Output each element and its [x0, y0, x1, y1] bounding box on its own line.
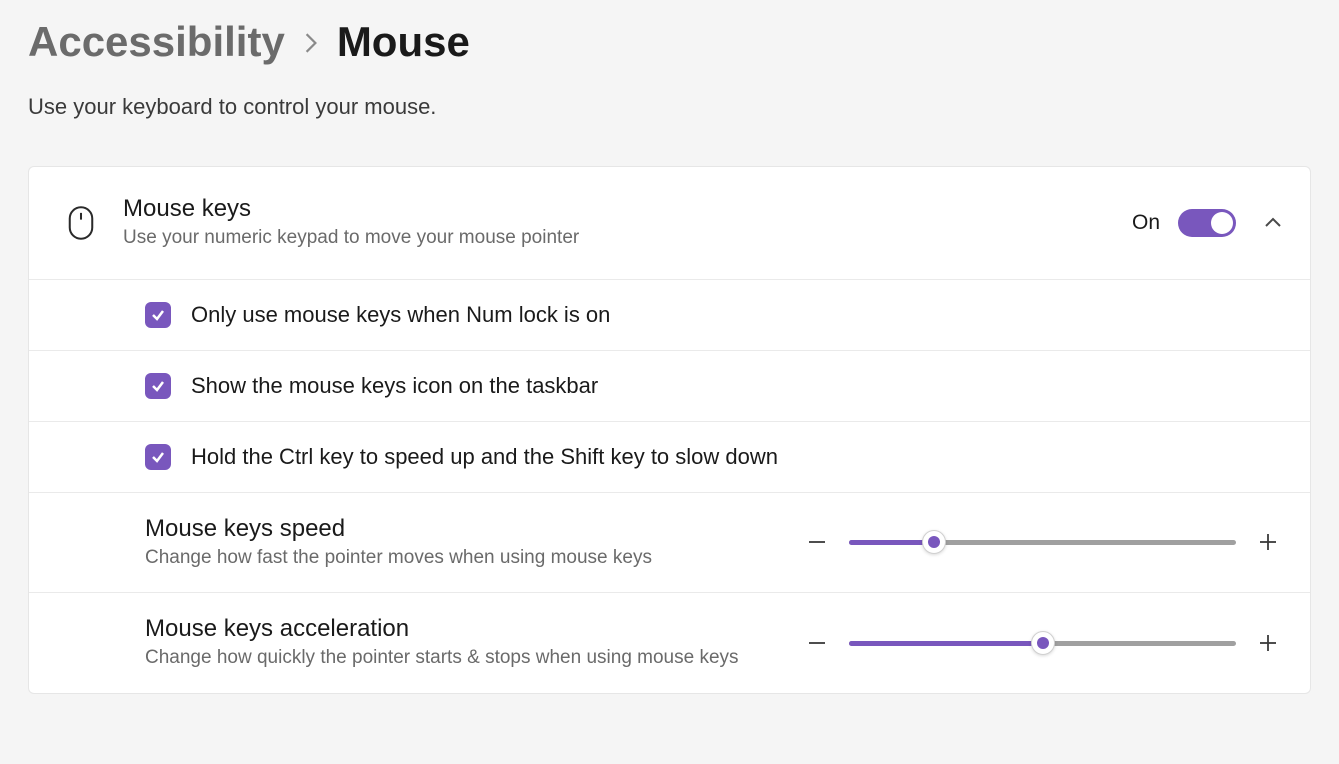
chevron-right-icon: [303, 23, 319, 61]
option-taskbar-label: Show the mouse keys icon on the taskbar: [191, 373, 598, 399]
breadcrumb-parent[interactable]: Accessibility: [28, 18, 285, 66]
option-ctrlshift[interactable]: Hold the Ctrl key to speed up and the Sh…: [29, 422, 1310, 493]
accel-plus-button[interactable]: [1254, 629, 1282, 657]
mouse-keys-desc: Use your numeric keypad to move your mou…: [123, 225, 1114, 251]
mouse-keys-header[interactable]: Mouse keys Use your numeric keypad to mo…: [29, 167, 1310, 280]
option-numlock-label: Only use mouse keys when Num lock is on: [191, 302, 610, 328]
speed-minus-button[interactable]: [803, 528, 831, 556]
speed-row: Mouse keys speed Change how fast the poi…: [29, 493, 1310, 594]
checkbox-numlock[interactable]: [145, 302, 171, 328]
accel-slider-thumb[interactable]: [1031, 631, 1055, 655]
accel-slider-fill: [849, 641, 1043, 646]
checkbox-taskbar[interactable]: [145, 373, 171, 399]
speed-slider-thumb[interactable]: [922, 530, 946, 554]
accel-slider[interactable]: [849, 641, 1236, 646]
settings-panel: Mouse keys Use your numeric keypad to mo…: [28, 166, 1311, 694]
speed-desc: Change how fast the pointer moves when u…: [145, 545, 755, 571]
chevron-up-icon[interactable]: [1264, 214, 1282, 232]
breadcrumb-current: Mouse: [337, 18, 470, 66]
option-numlock[interactable]: Only use mouse keys when Num lock is on: [29, 280, 1310, 351]
speed-title: Mouse keys speed: [145, 515, 755, 543]
mouse-icon: [57, 205, 105, 241]
speed-slider[interactable]: [849, 540, 1236, 545]
mouse-keys-title: Mouse keys: [123, 195, 1114, 223]
mouse-keys-toggle[interactable]: [1178, 209, 1236, 237]
accel-title: Mouse keys acceleration: [145, 615, 755, 643]
speed-plus-button[interactable]: [1254, 528, 1282, 556]
checkbox-ctrlshift[interactable]: [145, 444, 171, 470]
accel-minus-button[interactable]: [803, 629, 831, 657]
breadcrumb: Accessibility Mouse: [28, 18, 1311, 66]
option-ctrlshift-label: Hold the Ctrl key to speed up and the Sh…: [191, 444, 778, 470]
option-taskbar[interactable]: Show the mouse keys icon on the taskbar: [29, 351, 1310, 422]
accel-desc: Change how quickly the pointer starts & …: [145, 645, 755, 671]
accel-row: Mouse keys acceleration Change how quick…: [29, 593, 1310, 693]
page-subtitle: Use your keyboard to control your mouse.: [28, 94, 1311, 120]
toggle-state-label: On: [1132, 211, 1160, 235]
